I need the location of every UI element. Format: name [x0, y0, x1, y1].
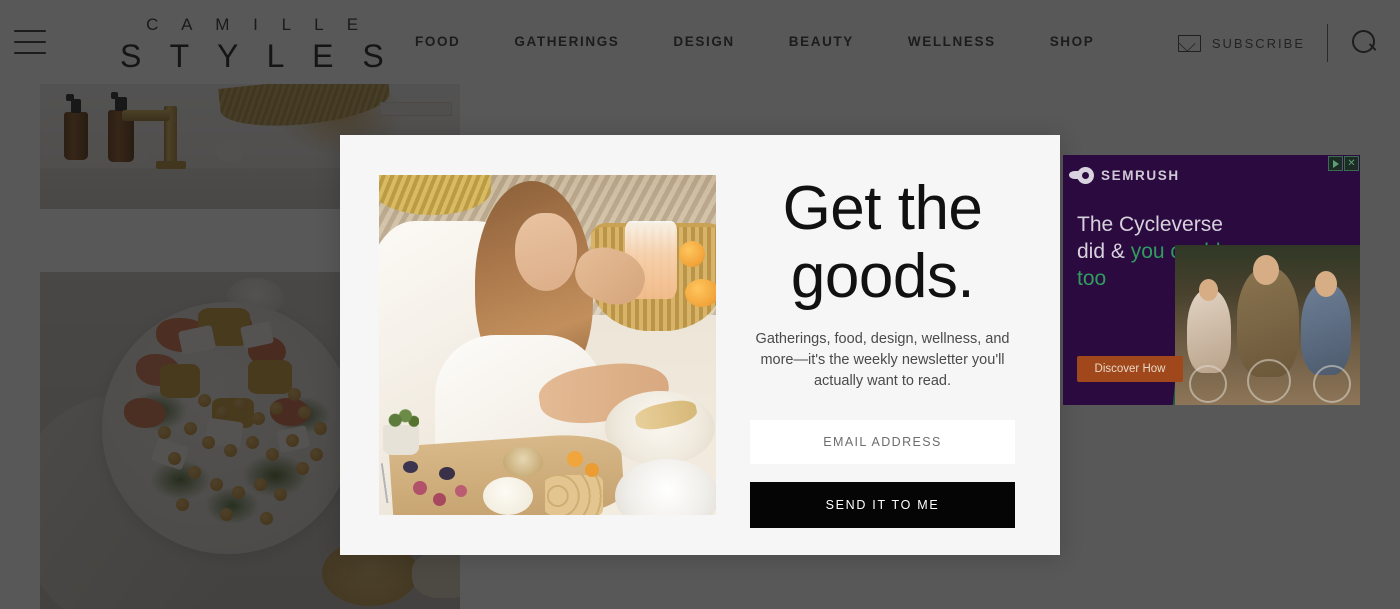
- site-header: C A M I L L E S T Y L E S FOOD GATHERING…: [0, 0, 1400, 84]
- submit-newsletter-button[interactable]: SEND IT TO ME: [750, 482, 1015, 528]
- main-navigation: FOOD GATHERINGS DESIGN BEAUTY WELLNESS S…: [415, 34, 1094, 49]
- potted-herb: [383, 407, 419, 455]
- ad-cyclists-photo: [1175, 245, 1360, 405]
- cyclist-left: [1187, 289, 1231, 373]
- header-divider: [1327, 24, 1328, 62]
- fig: [439, 467, 455, 480]
- bicycle-wheel-right: [1313, 365, 1351, 403]
- newsletter-title: Get the goods.: [782, 174, 983, 311]
- grape: [455, 485, 467, 497]
- newsletter-subtitle: Gatherings, food, design, wellness, and …: [755, 331, 1010, 389]
- cyclist-head-right: [1315, 271, 1337, 297]
- cheese-wheel: [483, 477, 533, 515]
- envelope-icon: [1177, 34, 1201, 52]
- semrush-advertisement[interactable]: ✕ SEMRUSH The Cycleverse did & you could…: [1063, 155, 1360, 405]
- woman-face: [515, 213, 577, 291]
- hamburger-line: [14, 30, 46, 32]
- search-icon[interactable]: [1352, 30, 1378, 56]
- nav-item-wellness[interactable]: WELLNESS: [908, 34, 996, 49]
- nav-item-beauty[interactable]: BEAUTY: [789, 34, 854, 49]
- hamburger-line: [14, 52, 46, 54]
- citrus-fruit: [679, 241, 705, 267]
- ad-headline-line1: The Cycleverse: [1077, 213, 1223, 236]
- site-logo[interactable]: C A M I L L E S T Y L E S: [112, 12, 394, 74]
- hamburger-line: [14, 41, 46, 43]
- nav-item-food[interactable]: FOOD: [415, 34, 460, 49]
- nav-item-gatherings[interactable]: GATHERINGS: [514, 34, 619, 49]
- ad-headline-line2-plain: did &: [1077, 240, 1131, 263]
- cyclist-head-left: [1199, 279, 1218, 301]
- hamburger-menu-icon[interactable]: [14, 30, 46, 54]
- semrush-wordmark: SEMRUSH: [1101, 168, 1180, 183]
- brand-line-camille: C A M I L L E: [146, 15, 368, 34]
- ad-cta-button[interactable]: Discover How: [1077, 356, 1183, 382]
- bicycle-wheel-left: [1189, 365, 1227, 403]
- header-actions: SUBSCRIBE: [1177, 24, 1378, 62]
- apricot: [585, 463, 599, 477]
- nav-item-shop[interactable]: SHOP: [1050, 34, 1095, 49]
- ad-headline-line3: too: [1077, 267, 1107, 290]
- email-input[interactable]: [750, 420, 1015, 464]
- subscribe-label: SUBSCRIBE: [1211, 35, 1305, 51]
- ad-controls: ✕: [1328, 156, 1359, 171]
- citrus-fruit: [685, 279, 716, 307]
- bicycle-wheel-center: [1247, 359, 1291, 403]
- nav-item-design[interactable]: DESIGN: [673, 34, 734, 49]
- crackers: [545, 475, 603, 515]
- grape: [433, 493, 446, 506]
- cyclist-head-center: [1253, 255, 1279, 285]
- semrush-logo: SEMRUSH: [1069, 167, 1180, 184]
- adchoices-triangle-icon[interactable]: [1328, 156, 1343, 171]
- triangle-glyph: [1332, 159, 1339, 168]
- newsletter-modal-image: [379, 175, 716, 515]
- grape: [413, 481, 427, 495]
- close-x-icon[interactable]: ✕: [1344, 156, 1359, 171]
- apricot: [567, 451, 583, 467]
- newsletter-modal-content: Get the goods. Gatherings, food, design,…: [740, 175, 1025, 528]
- subscribe-button[interactable]: SUBSCRIBE: [1177, 34, 1305, 52]
- olive-bowl: [503, 447, 543, 477]
- semrush-comet-icon: [1069, 167, 1094, 184]
- fig: [403, 461, 418, 473]
- newsletter-modal: Get the goods. Gatherings, food, design,…: [340, 135, 1060, 555]
- page-root: C A M I L L E S T Y L E S FOOD GATHERING…: [0, 0, 1400, 609]
- brand-line-styles: S T Y L E S: [120, 38, 394, 74]
